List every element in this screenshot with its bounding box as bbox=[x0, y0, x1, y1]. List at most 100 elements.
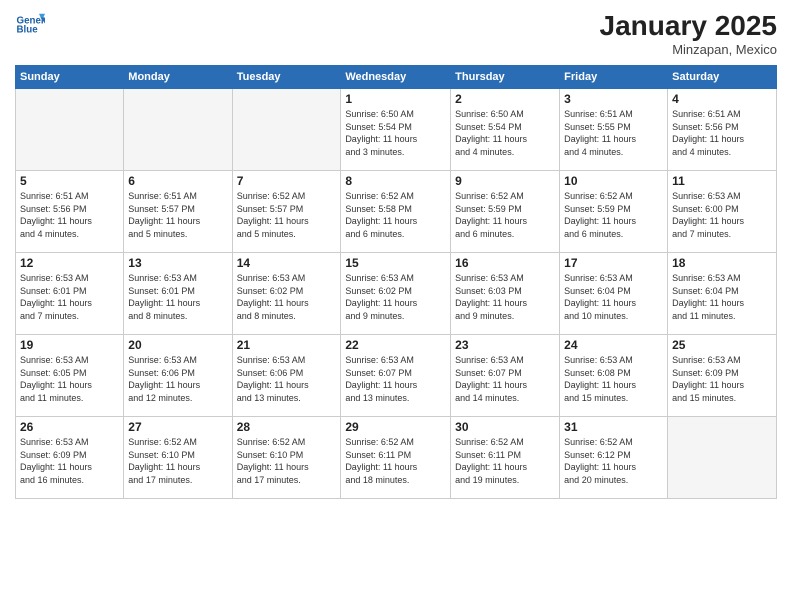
day-info: Sunrise: 6:52 AM Sunset: 6:11 PM Dayligh… bbox=[455, 436, 555, 486]
calendar-cell: 11 Sunrise: 6:53 AM Sunset: 6:00 PM Dayli… bbox=[668, 171, 777, 253]
calendar-cell: 21Sunrise: 6:53 AM Sunset: 6:06 PM Dayli… bbox=[232, 335, 341, 417]
calendar-cell: 28 Sunrise: 6:52 AM Sunset: 6:10 PM Dayli… bbox=[232, 417, 341, 499]
day-info: Sunrise: 6:50 AM Sunset: 5:54 PM Dayligh… bbox=[345, 108, 446, 158]
calendar-cell: 19 Sunrise: 6:53 AM Sunset: 6:05 PM Dayli… bbox=[16, 335, 124, 417]
day-number: 18 bbox=[672, 256, 772, 270]
title-block: January 2025 Minzapan, Mexico bbox=[600, 10, 777, 57]
logo-icon: General Blue bbox=[15, 10, 45, 40]
week-row-5: 26Sunrise: 6:53 AM Sunset: 6:09 PM Dayli… bbox=[16, 417, 777, 499]
day-info: Sunrise: 6:53 AM Sunset: 6:06 PM Dayligh… bbox=[237, 354, 337, 404]
calendar-cell: 23 Sunrise: 6:53 AM Sunset: 6:07 PM Dayli… bbox=[451, 335, 560, 417]
day-number: 6 bbox=[128, 174, 227, 188]
day-info: Sunrise: 6:53 AM Sunset: 6:07 PM Dayligh… bbox=[345, 354, 446, 404]
day-info: Sunrise: 6:53 AM Sunset: 6:04 PM Dayligh… bbox=[672, 272, 772, 322]
day-info: Sunrise: 6:53 AM Sunset: 6:01 PM Dayligh… bbox=[20, 272, 119, 322]
calendar-cell: 20 Sunrise: 6:53 AM Sunset: 6:06 PM Dayli… bbox=[124, 335, 232, 417]
calendar-cell: 27 Sunrise: 6:52 AM Sunset: 6:10 PM Dayli… bbox=[124, 417, 232, 499]
day-info: Sunrise: 6:51 AM Sunset: 5:57 PM Dayligh… bbox=[128, 190, 227, 240]
calendar-cell: 2Sunrise: 6:50 AM Sunset: 5:54 PM Daylig… bbox=[451, 89, 560, 171]
day-header-monday: Monday bbox=[124, 66, 232, 89]
day-info: Sunrise: 6:53 AM Sunset: 6:07 PM Dayligh… bbox=[455, 354, 555, 404]
calendar-cell: 29 Sunrise: 6:52 AM Sunset: 6:11 PM Dayli… bbox=[341, 417, 451, 499]
calendar-container: General Blue January 2025 Minzapan, Mexi… bbox=[0, 0, 792, 612]
day-info: Sunrise: 6:53 AM Sunset: 6:05 PM Dayligh… bbox=[20, 354, 119, 404]
logo: General Blue bbox=[15, 10, 45, 40]
day-info: Sunrise: 6:52 AM Sunset: 6:10 PM Dayligh… bbox=[128, 436, 227, 486]
day-info: Sunrise: 6:53 AM Sunset: 6:00 PM Dayligh… bbox=[672, 190, 772, 240]
day-number: 20 bbox=[128, 338, 227, 352]
day-info: Sunrise: 6:52 AM Sunset: 5:59 PM Dayligh… bbox=[564, 190, 663, 240]
day-header-saturday: Saturday bbox=[668, 66, 777, 89]
day-number: 8 bbox=[345, 174, 446, 188]
calendar-cell: 24 Sunrise: 6:53 AM Sunset: 6:08 PM Dayli… bbox=[560, 335, 668, 417]
day-number: 29 bbox=[345, 420, 446, 434]
day-info: Sunrise: 6:53 AM Sunset: 6:06 PM Dayligh… bbox=[128, 354, 227, 404]
day-number: 27 bbox=[128, 420, 227, 434]
day-info: Sunrise: 6:51 AM Sunset: 5:56 PM Dayligh… bbox=[20, 190, 119, 240]
day-number: 7 bbox=[237, 174, 337, 188]
day-info: Sunrise: 6:53 AM Sunset: 6:04 PM Dayligh… bbox=[564, 272, 663, 322]
day-info: Sunrise: 6:52 AM Sunset: 5:58 PM Dayligh… bbox=[345, 190, 446, 240]
day-info: Sunrise: 6:52 AM Sunset: 6:10 PM Dayligh… bbox=[237, 436, 337, 486]
day-info: Sunrise: 6:53 AM Sunset: 6:03 PM Dayligh… bbox=[455, 272, 555, 322]
day-info: Sunrise: 6:53 AM Sunset: 6:09 PM Dayligh… bbox=[672, 354, 772, 404]
calendar-cell: 13Sunrise: 6:53 AM Sunset: 6:01 PM Dayli… bbox=[124, 253, 232, 335]
calendar-cell: 18 Sunrise: 6:53 AM Sunset: 6:04 PM Dayli… bbox=[668, 253, 777, 335]
calendar-cell: 15Sunrise: 6:53 AM Sunset: 6:02 PM Dayli… bbox=[341, 253, 451, 335]
calendar-cell bbox=[124, 89, 232, 171]
day-number: 23 bbox=[455, 338, 555, 352]
calendar-cell: 16Sunrise: 6:53 AM Sunset: 6:03 PM Dayli… bbox=[451, 253, 560, 335]
calendar-cell: 3Sunrise: 6:51 AM Sunset: 5:55 PM Daylig… bbox=[560, 89, 668, 171]
week-row-2: 5 Sunrise: 6:51 AM Sunset: 5:56 PM Daylig… bbox=[16, 171, 777, 253]
week-row-4: 19 Sunrise: 6:53 AM Sunset: 6:05 PM Dayli… bbox=[16, 335, 777, 417]
svg-text:Blue: Blue bbox=[17, 25, 39, 36]
day-header-thursday: Thursday bbox=[451, 66, 560, 89]
day-header-sunday: Sunday bbox=[16, 66, 124, 89]
day-number: 19 bbox=[20, 338, 119, 352]
calendar-cell bbox=[16, 89, 124, 171]
calendar-cell: 25 Sunrise: 6:53 AM Sunset: 6:09 PM Dayli… bbox=[668, 335, 777, 417]
day-number: 30 bbox=[455, 420, 555, 434]
day-number: 9 bbox=[455, 174, 555, 188]
day-number: 24 bbox=[564, 338, 663, 352]
day-number: 15 bbox=[345, 256, 446, 270]
day-info: Sunrise: 6:53 AM Sunset: 6:08 PM Dayligh… bbox=[564, 354, 663, 404]
calendar-cell bbox=[232, 89, 341, 171]
day-number: 14 bbox=[237, 256, 337, 270]
day-header-tuesday: Tuesday bbox=[232, 66, 341, 89]
day-header-friday: Friday bbox=[560, 66, 668, 89]
day-info: Sunrise: 6:53 AM Sunset: 6:02 PM Dayligh… bbox=[237, 272, 337, 322]
day-number: 3 bbox=[564, 92, 663, 106]
calendar-cell: 4Sunrise: 6:51 AM Sunset: 5:56 PM Daylig… bbox=[668, 89, 777, 171]
day-number: 17 bbox=[564, 256, 663, 270]
day-info: Sunrise: 6:52 AM Sunset: 6:11 PM Dayligh… bbox=[345, 436, 446, 486]
day-info: Sunrise: 6:50 AM Sunset: 5:54 PM Dayligh… bbox=[455, 108, 555, 158]
day-number: 11 bbox=[672, 174, 772, 188]
day-header-wednesday: Wednesday bbox=[341, 66, 451, 89]
day-number: 5 bbox=[20, 174, 119, 188]
calendar-cell: 10 Sunrise: 6:52 AM Sunset: 5:59 PM Dayli… bbox=[560, 171, 668, 253]
calendar-cell: 14 Sunrise: 6:53 AM Sunset: 6:02 PM Dayli… bbox=[232, 253, 341, 335]
day-info: Sunrise: 6:52 AM Sunset: 5:59 PM Dayligh… bbox=[455, 190, 555, 240]
calendar-cell: 26Sunrise: 6:53 AM Sunset: 6:09 PM Dayli… bbox=[16, 417, 124, 499]
calendar-cell: 12 Sunrise: 6:53 AM Sunset: 6:01 PM Dayli… bbox=[16, 253, 124, 335]
calendar-table: SundayMondayTuesdayWednesdayThursdayFrid… bbox=[15, 65, 777, 499]
day-info: Sunrise: 6:52 AM Sunset: 5:57 PM Dayligh… bbox=[237, 190, 337, 240]
calendar-cell: 17 Sunrise: 6:53 AM Sunset: 6:04 PM Dayli… bbox=[560, 253, 668, 335]
days-header-row: SundayMondayTuesdayWednesdayThursdayFrid… bbox=[16, 66, 777, 89]
day-number: 22 bbox=[345, 338, 446, 352]
day-number: 10 bbox=[564, 174, 663, 188]
day-number: 28 bbox=[237, 420, 337, 434]
calendar-cell: 1Sunrise: 6:50 AM Sunset: 5:54 PM Daylig… bbox=[341, 89, 451, 171]
day-number: 26 bbox=[20, 420, 119, 434]
day-info: Sunrise: 6:53 AM Sunset: 6:01 PM Dayligh… bbox=[128, 272, 227, 322]
header: General Blue January 2025 Minzapan, Mexi… bbox=[15, 10, 777, 57]
day-number: 25 bbox=[672, 338, 772, 352]
calendar-cell: 6 Sunrise: 6:51 AM Sunset: 5:57 PM Daylig… bbox=[124, 171, 232, 253]
calendar-cell: 31Sunrise: 6:52 AM Sunset: 6:12 PM Dayli… bbox=[560, 417, 668, 499]
calendar-cell: 22 Sunrise: 6:53 AM Sunset: 6:07 PM Dayli… bbox=[341, 335, 451, 417]
day-number: 31 bbox=[564, 420, 663, 434]
day-number: 12 bbox=[20, 256, 119, 270]
calendar-cell: 9 Sunrise: 6:52 AM Sunset: 5:59 PM Daylig… bbox=[451, 171, 560, 253]
day-info: Sunrise: 6:51 AM Sunset: 5:56 PM Dayligh… bbox=[672, 108, 772, 158]
